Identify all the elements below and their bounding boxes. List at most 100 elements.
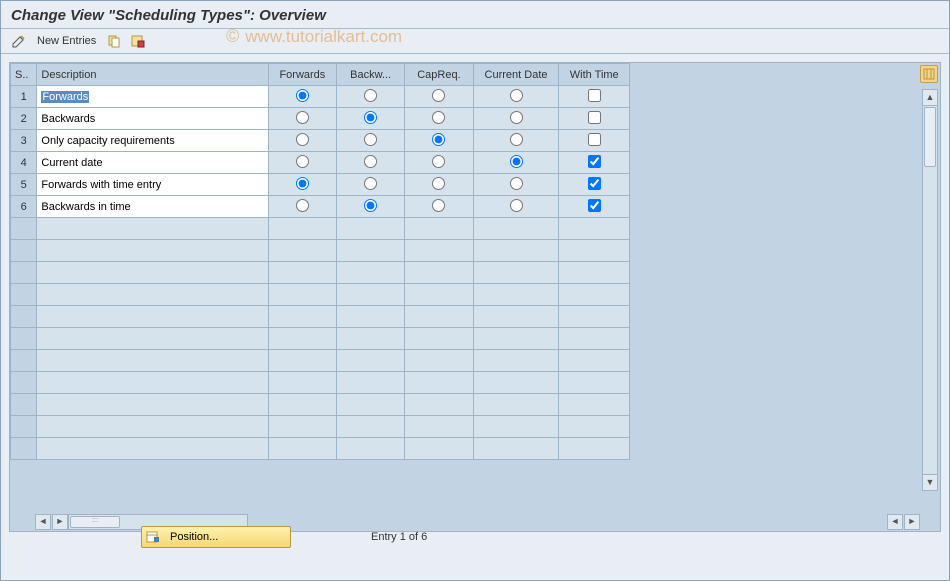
- description-cell[interactable]: Backwards in time: [37, 196, 268, 218]
- empty-cell: [405, 394, 473, 416]
- radio-backwards[interactable]: [364, 89, 377, 102]
- row-number[interactable]: [11, 372, 37, 394]
- description-cell[interactable]: [37, 372, 268, 394]
- row-number[interactable]: 1: [11, 86, 37, 108]
- empty-cell: [559, 240, 630, 262]
- radio-cell-forwards: [268, 108, 336, 130]
- col-header-description[interactable]: Description: [37, 64, 268, 86]
- radio-capreq[interactable]: [432, 133, 445, 146]
- row-number[interactable]: [11, 438, 37, 460]
- col-header-backwards[interactable]: Backw...: [337, 64, 405, 86]
- col-header-current-date[interactable]: Current Date: [473, 64, 559, 86]
- radio-forwards[interactable]: [296, 133, 309, 146]
- row-number[interactable]: 6: [11, 196, 37, 218]
- scroll-thumb[interactable]: [924, 107, 936, 167]
- position-button[interactable]: Position...: [141, 526, 291, 548]
- description-cell[interactable]: [37, 284, 268, 306]
- radio-forwards[interactable]: [296, 199, 309, 212]
- empty-cell: [337, 306, 405, 328]
- description-cell[interactable]: [37, 306, 268, 328]
- radio-cell-backwards: [337, 174, 405, 196]
- radio-cell-capreq: [405, 174, 473, 196]
- radio-cell-capreq: [405, 108, 473, 130]
- description-cell[interactable]: Forwards: [37, 86, 268, 108]
- row-number[interactable]: 2: [11, 108, 37, 130]
- row-number[interactable]: 5: [11, 174, 37, 196]
- radio-cell-backwards: [337, 152, 405, 174]
- radio-forwards[interactable]: [296, 155, 309, 168]
- empty-cell: [268, 218, 336, 240]
- empty-cell: [559, 284, 630, 306]
- empty-cell: [268, 394, 336, 416]
- scroll-up-icon[interactable]: ▲: [923, 90, 937, 106]
- radio-capreq[interactable]: [432, 177, 445, 190]
- radio-current_date[interactable]: [510, 133, 523, 146]
- description-cell[interactable]: [37, 438, 268, 460]
- scroll-down-icon[interactable]: ▼: [923, 474, 937, 490]
- empty-cell: [405, 328, 473, 350]
- empty-cell: [559, 438, 630, 460]
- row-number[interactable]: [11, 284, 37, 306]
- description-cell[interactable]: [37, 328, 268, 350]
- row-number[interactable]: [11, 262, 37, 284]
- row-number[interactable]: [11, 394, 37, 416]
- radio-backwards[interactable]: [364, 155, 377, 168]
- description-cell[interactable]: [37, 262, 268, 284]
- col-header-s[interactable]: S..: [11, 64, 37, 86]
- description-cell[interactable]: Current date: [37, 152, 268, 174]
- with-time-checkbox[interactable]: [588, 177, 601, 190]
- description-cell[interactable]: Only capacity requirements: [37, 130, 268, 152]
- description-cell[interactable]: [37, 218, 268, 240]
- description-cell[interactable]: [37, 350, 268, 372]
- row-number[interactable]: [11, 306, 37, 328]
- with-time-checkbox[interactable]: [588, 199, 601, 212]
- new-entries-button[interactable]: New Entries: [35, 35, 98, 47]
- row-number[interactable]: [11, 350, 37, 372]
- empty-cell: [337, 218, 405, 240]
- table-row-empty: [11, 350, 630, 372]
- vertical-scrollbar[interactable]: ▲ ▼: [922, 89, 938, 491]
- page-title: Change View "Scheduling Types": Overview: [1, 1, 949, 28]
- empty-cell: [268, 416, 336, 438]
- radio-forwards[interactable]: [296, 111, 309, 124]
- radio-capreq[interactable]: [432, 89, 445, 102]
- divider: [1, 53, 949, 54]
- with-time-checkbox[interactable]: [588, 155, 601, 168]
- radio-backwards[interactable]: [364, 111, 377, 124]
- col-header-forwards[interactable]: Forwards: [268, 64, 336, 86]
- radio-backwards[interactable]: [364, 133, 377, 146]
- col-header-with-time[interactable]: With Time: [559, 64, 630, 86]
- radio-capreq[interactable]: [432, 199, 445, 212]
- description-cell[interactable]: [37, 240, 268, 262]
- copy-icon[interactable]: [106, 33, 122, 49]
- radio-capreq[interactable]: [432, 155, 445, 168]
- col-header-capreq[interactable]: CapReq.: [405, 64, 473, 86]
- row-number[interactable]: 3: [11, 130, 37, 152]
- row-number[interactable]: [11, 328, 37, 350]
- radio-current_date[interactable]: [510, 111, 523, 124]
- radio-forwards[interactable]: [296, 177, 309, 190]
- description-cell[interactable]: [37, 394, 268, 416]
- radio-backwards[interactable]: [364, 199, 377, 212]
- change-icon[interactable]: [11, 33, 27, 49]
- radio-current_date[interactable]: [510, 177, 523, 190]
- radio-capreq[interactable]: [432, 111, 445, 124]
- with-time-checkbox[interactable]: [588, 89, 601, 102]
- delimit-icon[interactable]: [130, 33, 146, 49]
- description-cell[interactable]: Backwards: [37, 108, 268, 130]
- with-time-checkbox[interactable]: [588, 111, 601, 124]
- row-number[interactable]: 4: [11, 152, 37, 174]
- row-number[interactable]: [11, 240, 37, 262]
- radio-current_date[interactable]: [510, 199, 523, 212]
- row-number[interactable]: [11, 416, 37, 438]
- radio-current_date[interactable]: [510, 155, 523, 168]
- description-cell[interactable]: Forwards with time entry: [37, 174, 268, 196]
- radio-cell-capreq: [405, 130, 473, 152]
- with-time-cell: [559, 86, 630, 108]
- radio-current_date[interactable]: [510, 89, 523, 102]
- description-cell[interactable]: [37, 416, 268, 438]
- row-number[interactable]: [11, 218, 37, 240]
- radio-backwards[interactable]: [364, 177, 377, 190]
- radio-forwards[interactable]: [296, 89, 309, 102]
- with-time-checkbox[interactable]: [588, 133, 601, 146]
